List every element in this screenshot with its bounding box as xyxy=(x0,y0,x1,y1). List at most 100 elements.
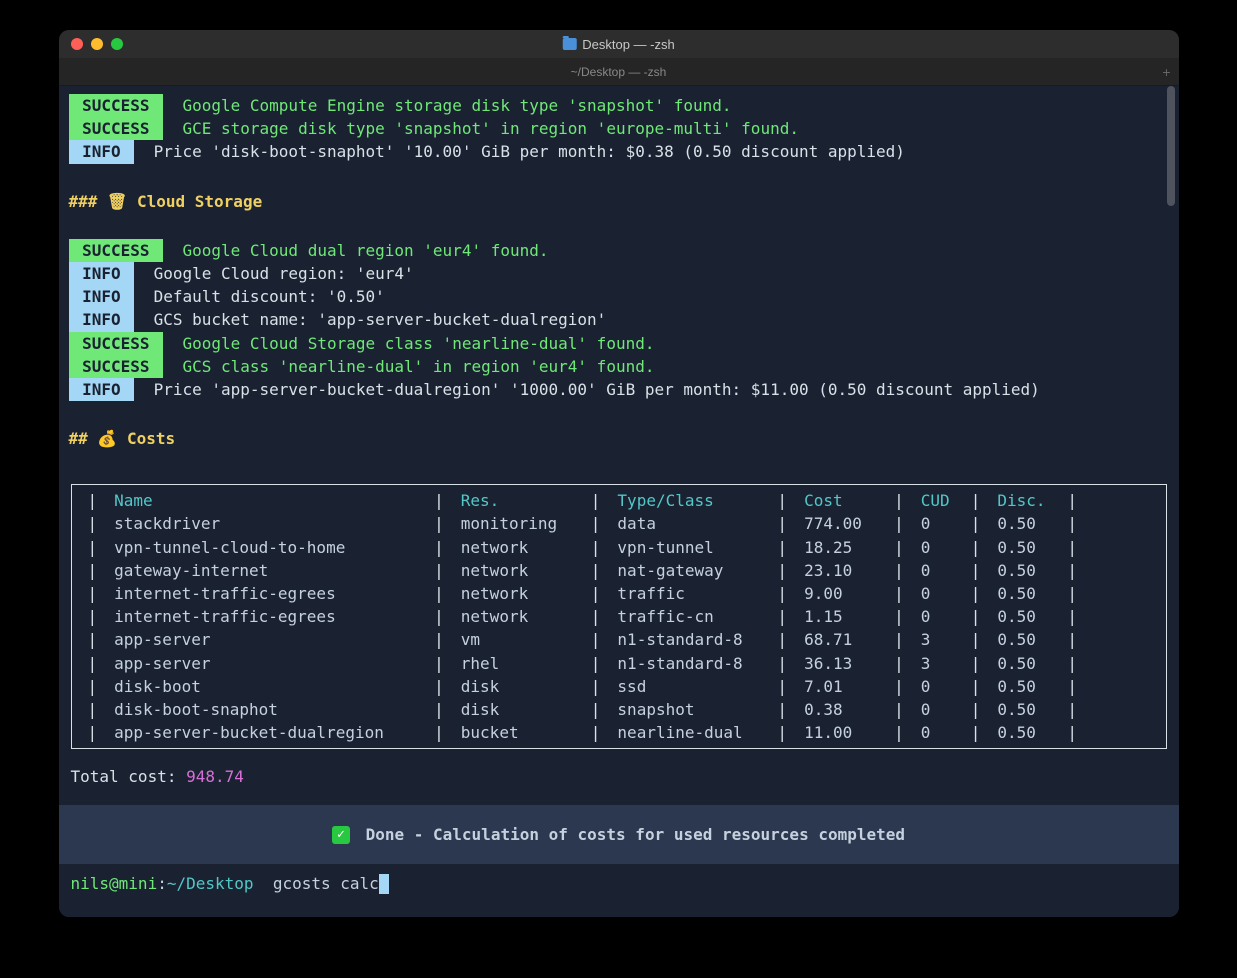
cell: disk xyxy=(453,675,583,698)
cell: disk-boot-snaphot xyxy=(106,698,426,721)
cell: 0.50 xyxy=(989,582,1059,605)
log-text: Price 'app-server-bucket-dualregion' '10… xyxy=(134,380,1039,399)
cell: network xyxy=(453,582,583,605)
log-line: SUCCESS GCS class 'nearline-dual' in reg… xyxy=(59,355,1179,378)
log-text: GCE storage disk type 'snapshot' in regi… xyxy=(163,119,799,138)
prompt-command: gcosts calc xyxy=(263,874,379,893)
tab-title[interactable]: ~/Desktop — -zsh xyxy=(571,65,667,79)
section-heading-costs: ## 💰 Costs xyxy=(59,423,1179,454)
cell: 3 xyxy=(913,652,963,675)
cell: 0.50 xyxy=(989,605,1059,628)
tabbar[interactable]: ~/Desktop — -zsh + xyxy=(59,58,1179,86)
cell: 36.13 xyxy=(796,652,886,675)
empty-line xyxy=(59,454,1179,476)
table-row: |gateway-internet|network|nat-gateway|23… xyxy=(72,559,1166,582)
cell: network xyxy=(453,605,583,628)
info-badge: INFO xyxy=(69,308,135,331)
cell: 68.71 xyxy=(796,628,886,651)
cell: 774.00 xyxy=(796,512,886,535)
log-text: GCS bucket name: 'app-server-bucket-dual… xyxy=(134,310,606,329)
cell: network xyxy=(453,559,583,582)
table-row: |internet-traffic-egrees|network|traffic… xyxy=(72,582,1166,605)
cell: internet-traffic-egrees xyxy=(106,605,426,628)
cell: data xyxy=(609,512,769,535)
col-header-type: Type/Class xyxy=(609,489,769,512)
cell: network xyxy=(453,536,583,559)
total-label: Total cost: xyxy=(71,767,187,786)
cell: app-server-bucket-dualregion xyxy=(106,721,426,744)
cell: 0 xyxy=(913,721,963,744)
cell: internet-traffic-egrees xyxy=(106,582,426,605)
cell: nearline-dual xyxy=(609,721,769,744)
folder-icon xyxy=(562,38,576,50)
cell: n1-standard-8 xyxy=(609,628,769,651)
total-value: 948.74 xyxy=(186,767,244,786)
info-badge: INFO xyxy=(69,262,135,285)
table-row: |stackdriver|monitoring|data|774.00|0|0.… xyxy=(72,512,1166,535)
log-line: INFO Price 'disk-boot-snaphot' '10.00' G… xyxy=(59,140,1179,163)
success-badge: SUCCESS xyxy=(69,117,164,140)
cell: 0.50 xyxy=(989,559,1059,582)
cell: 0.50 xyxy=(989,698,1059,721)
success-badge: SUCCESS xyxy=(69,332,164,355)
prompt[interactable]: nils@mini:~/Desktop gcosts calc xyxy=(59,864,1179,909)
cell: 23.10 xyxy=(796,559,886,582)
cell: 0.50 xyxy=(989,512,1059,535)
cell: 0.38 xyxy=(796,698,886,721)
cell: monitoring xyxy=(453,512,583,535)
table-row: |internet-traffic-egrees|network|traffic… xyxy=(72,605,1166,628)
cell: ssd xyxy=(609,675,769,698)
cell: app-server xyxy=(106,652,426,675)
log-text: Google Cloud Storage class 'nearline-dua… xyxy=(163,334,654,353)
costs-table: | Name| Res.| Type/Class| Cost| CUD| Dis… xyxy=(71,484,1167,749)
cell: 0 xyxy=(913,605,963,628)
cell: 9.00 xyxy=(796,582,886,605)
traffic-lights xyxy=(71,38,123,50)
cell: 0 xyxy=(913,559,963,582)
table-row: |app-server|rhel|n1-standard-8|36.13|3|0… xyxy=(72,652,1166,675)
cell: nat-gateway xyxy=(609,559,769,582)
empty-line xyxy=(59,217,1179,239)
cell: 0 xyxy=(913,675,963,698)
cell: 0.50 xyxy=(989,536,1059,559)
close-button[interactable] xyxy=(71,38,83,50)
total-cost: Total cost: 948.74 xyxy=(59,757,1179,796)
cell: traffic-cn xyxy=(609,605,769,628)
terminal-content[interactable]: SUCCESS Google Compute Engine storage di… xyxy=(59,86,1179,917)
log-line: SUCCESS Google Cloud dual region 'eur4' … xyxy=(59,239,1179,262)
cell: 3 xyxy=(913,628,963,651)
done-text: Done - Calculation of costs for used res… xyxy=(356,825,905,844)
cell: 1.15 xyxy=(796,605,886,628)
prompt-path: ~/Desktop xyxy=(167,874,254,893)
col-header-cud: CUD xyxy=(913,489,963,512)
log-text: Google Cloud dual region 'eur4' found. xyxy=(163,241,548,260)
maximize-button[interactable] xyxy=(111,38,123,50)
log-text: Price 'disk-boot-snaphot' '10.00' GiB pe… xyxy=(134,142,905,161)
cell: app-server xyxy=(106,628,426,651)
titlebar[interactable]: Desktop — -zsh xyxy=(59,30,1179,58)
cell: 0 xyxy=(913,512,963,535)
col-header-disc: Disc. xyxy=(989,489,1059,512)
cell: vpn-tunnel xyxy=(609,536,769,559)
cell: 0 xyxy=(913,536,963,559)
cell: 7.01 xyxy=(796,675,886,698)
cell: 0 xyxy=(913,582,963,605)
cell: 0.50 xyxy=(989,652,1059,675)
col-header-name: Name xyxy=(106,489,426,512)
cell: rhel xyxy=(453,652,583,675)
cell: 0.50 xyxy=(989,628,1059,651)
info-badge: INFO xyxy=(69,140,135,163)
prompt-colon: : xyxy=(157,874,167,893)
new-tab-button[interactable]: + xyxy=(1162,64,1170,80)
cell: stackdriver xyxy=(106,512,426,535)
table-row: |app-server-bucket-dualregion|bucket|nea… xyxy=(72,721,1166,744)
cell: 11.00 xyxy=(796,721,886,744)
empty-line xyxy=(59,401,1179,423)
log-text: GCS class 'nearline-dual' in region 'eur… xyxy=(163,357,654,376)
cell: disk-boot xyxy=(106,675,426,698)
log-line: SUCCESS GCE storage disk type 'snapshot'… xyxy=(59,117,1179,140)
minimize-button[interactable] xyxy=(91,38,103,50)
success-badge: SUCCESS xyxy=(69,239,164,262)
log-line: INFO Price 'app-server-bucket-dualregion… xyxy=(59,378,1179,401)
cell: 0 xyxy=(913,698,963,721)
